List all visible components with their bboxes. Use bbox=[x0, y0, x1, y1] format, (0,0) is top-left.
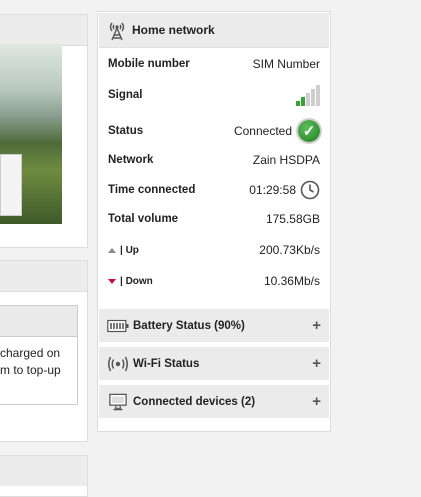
signal-label: Signal bbox=[108, 89, 143, 101]
download-value: 10.36Mb/s bbox=[263, 274, 320, 288]
signal-bar bbox=[306, 93, 310, 106]
battery-expand-icon[interactable]: + bbox=[312, 317, 321, 334]
message-box: charged on m to top-up bbox=[0, 305, 78, 405]
signal-bar bbox=[301, 97, 305, 106]
antenna-icon bbox=[109, 22, 125, 41]
network-value: Zain HSDPA bbox=[252, 153, 320, 167]
upload-label-wrap: | Up bbox=[108, 245, 139, 256]
total-volume-value: 175.58GB bbox=[265, 212, 320, 226]
signal-strength-icon bbox=[296, 84, 320, 106]
time-connected-label: Time connected bbox=[108, 184, 196, 196]
time-connected-row: Time connected 01:29:58 bbox=[108, 178, 320, 202]
status-value-wrap: Connected ✓ bbox=[234, 120, 320, 142]
upload-row: | Up 200.73Kb/s bbox=[108, 240, 320, 260]
status-row: Status Connected ✓ bbox=[108, 118, 320, 144]
status-label: Status bbox=[108, 125, 144, 137]
mobile-number-row: Mobile number SIM Number bbox=[108, 54, 320, 74]
wifi-status-title: Wi-Fi Status bbox=[133, 357, 200, 370]
home-network-title: Home network bbox=[132, 23, 215, 37]
message-box-header bbox=[0, 306, 77, 337]
monitor-icon bbox=[109, 393, 127, 410]
signal-bar bbox=[296, 101, 300, 106]
wifi-expand-icon[interactable]: + bbox=[312, 355, 321, 372]
connected-check-icon: ✓ bbox=[298, 120, 320, 142]
upload-value: 200.73Kb/s bbox=[259, 243, 320, 257]
up-arrow-icon bbox=[108, 247, 116, 253]
message-line-1: charged on bbox=[0, 346, 61, 360]
total-volume-row: Total volume 175.58GB bbox=[108, 209, 320, 229]
download-row: | Down 10.36Mb/s bbox=[108, 271, 320, 291]
signal-row: Signal bbox=[108, 82, 320, 108]
network-row: Network Zain HSDPA bbox=[108, 150, 320, 170]
download-label: | Down bbox=[120, 275, 153, 287]
battery-status-title: Battery Status (90%) bbox=[133, 319, 245, 332]
total-volume-label: Total volume bbox=[108, 213, 179, 225]
promo-photo bbox=[0, 44, 62, 224]
download-label-wrap: | Down bbox=[108, 276, 153, 287]
network-label: Network bbox=[108, 154, 154, 166]
mobile-number-value: SIM Number bbox=[252, 57, 320, 71]
clock-icon bbox=[300, 180, 320, 200]
left-bottom-panel bbox=[0, 455, 88, 497]
mobile-number-label: Mobile number bbox=[108, 58, 190, 70]
left-middle-panel-header bbox=[0, 261, 87, 292]
signal-bar bbox=[311, 89, 315, 106]
home-network-header[interactable]: Home network bbox=[99, 13, 329, 48]
status-value: Connected bbox=[233, 124, 292, 138]
time-connected-value: 01:29:58 bbox=[249, 183, 296, 197]
signal-bar bbox=[316, 85, 320, 106]
battery-status-section[interactable]: Battery Status (90%) + bbox=[99, 309, 329, 342]
home-network-panel: Home network Mobile number SIM Number Si… bbox=[97, 11, 331, 432]
wifi-status-section[interactable]: Wi-Fi Status + bbox=[99, 347, 329, 380]
upload-label: | Up bbox=[120, 244, 139, 256]
left-top-panel-header bbox=[0, 15, 87, 46]
devices-expand-icon[interactable]: + bbox=[312, 393, 321, 410]
time-connected-value-wrap: 01:29:58 bbox=[249, 180, 320, 200]
connected-devices-title: Connected devices (2) bbox=[133, 395, 256, 408]
battery-icon bbox=[107, 319, 129, 332]
message-line-2: m to top-up bbox=[0, 363, 61, 377]
wifi-icon bbox=[108, 356, 128, 371]
photo-object bbox=[0, 154, 22, 216]
down-arrow-icon bbox=[108, 278, 116, 284]
message-text: charged on m to top-up bbox=[0, 337, 77, 379]
connected-devices-section[interactable]: Connected devices (2) + bbox=[99, 385, 329, 418]
